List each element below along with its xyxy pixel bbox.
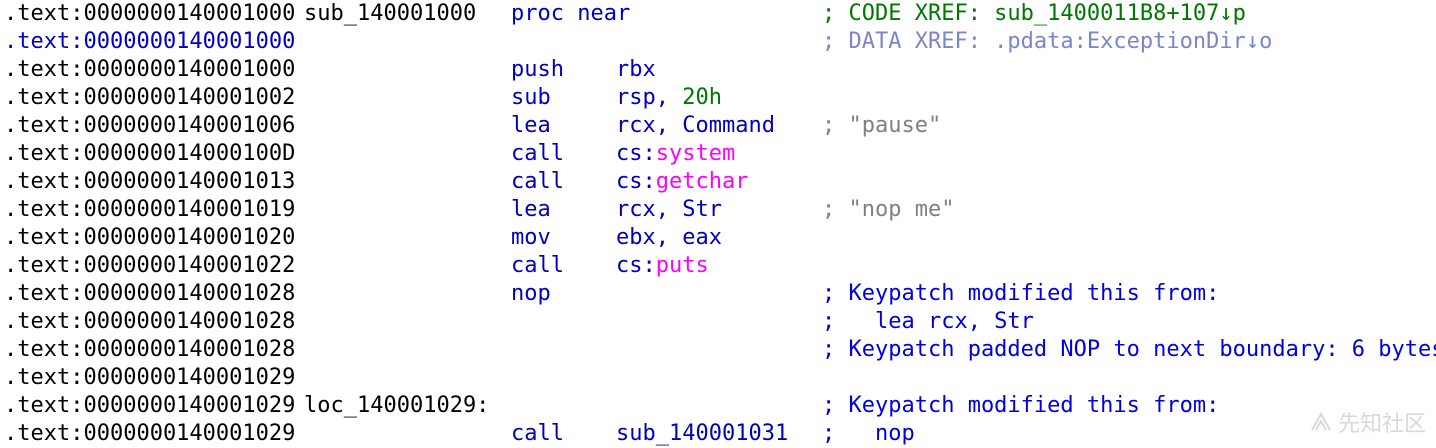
line-address[interactable]: .text:0000000140001028 [4, 308, 295, 336]
listing-line[interactable]: .text:0000000140001028 ; Keypatch padded … [0, 336, 1436, 364]
line-comment: ; "nop me" [822, 196, 954, 224]
line-comment: ; DATA XREF: .pdata:ExceptionDir↓o [822, 28, 1272, 56]
listing-line[interactable]: .text:0000000140001022 call cs:puts [0, 252, 1436, 280]
line-comment: ; nop [822, 420, 915, 448]
listing-line[interactable]: .text:0000000140001000 push rbx [0, 56, 1436, 84]
instruction-operands[interactable]: cs:getchar [616, 168, 748, 196]
instruction-mnemonic[interactable]: call [511, 168, 564, 196]
listing-line[interactable]: .text:0000000140001000 ; DATA XREF: .pdat… [0, 28, 1436, 56]
instruction-operands[interactable]: cs:puts [616, 252, 709, 280]
listing-line[interactable]: .text:0000000140001019 lea rcx, Str ; "nop … [0, 196, 1436, 224]
disassembly-listing: .text:0000000140001000 sub_140001000 proc … [0, 0, 1436, 448]
operand-part[interactable]: 20h [682, 85, 722, 110]
instruction-mnemonic[interactable]: mov [511, 224, 551, 252]
operand-part[interactable]: system [656, 141, 735, 166]
line-address[interactable]: .text:0000000140001022 [4, 252, 295, 280]
listing-line[interactable]: .text:000000014000100D call cs:system [0, 140, 1436, 168]
line-comment: ; "pause" [822, 112, 941, 140]
line-address[interactable]: .text:0000000140001019 [4, 196, 295, 224]
listing-line[interactable]: .text:0000000140001002 sub rsp, 20h [0, 84, 1436, 112]
code-label[interactable]: loc_140001029: [304, 392, 489, 420]
line-address[interactable]: .text:0000000140001000 [4, 56, 295, 84]
instruction-mnemonic[interactable]: call [511, 252, 564, 280]
line-address[interactable]: .text:0000000140001029 [4, 392, 295, 420]
instruction-operands[interactable]: rcx, Str [616, 196, 722, 224]
operand-part[interactable]: cs: [616, 169, 656, 194]
instruction-mnemonic[interactable]: lea [511, 196, 551, 224]
operand-part[interactable]: sub_140001031 [616, 421, 788, 446]
instruction-mnemonic[interactable]: lea [511, 112, 551, 140]
listing-line[interactable]: .text:0000000140001028 ; lea rcx, Str [0, 308, 1436, 336]
instruction-mnemonic[interactable]: proc near [511, 0, 630, 28]
instruction-mnemonic[interactable]: call [511, 140, 564, 168]
line-address[interactable]: .text:0000000140001020 [4, 224, 295, 252]
comment-text: ; DATA XREF: .pdata:ExceptionDir↓o [822, 29, 1273, 54]
line-address[interactable]: .text:0000000140001029 [4, 420, 295, 448]
line-comment: ; CODE XREF: sub_1400011B8+107↓p [822, 0, 1246, 28]
comment-text: ; Keypatch modified this from: [822, 393, 1220, 418]
line-comment: ; Keypatch modified this from: [822, 280, 1219, 308]
comment-text: ; Keypatch padded NOP to next boundary: … [822, 337, 1436, 362]
listing-line[interactable]: .text:0000000140001029 loc_140001029: ; Ke… [0, 392, 1436, 420]
instruction-operands[interactable]: rsp, 20h [616, 84, 722, 112]
listing-line[interactable]: .text:0000000140001028 nop ; Keypatch modi… [0, 280, 1436, 308]
operand-part[interactable]: rcx, Command [616, 113, 775, 138]
line-address[interactable]: .text:0000000140001013 [4, 168, 295, 196]
operand-part[interactable]: getchar [656, 169, 749, 194]
listing-line[interactable]: .text:0000000140001013 call cs:getchar [0, 168, 1436, 196]
operand-part[interactable]: cs: [616, 253, 656, 278]
line-address[interactable]: .text:0000000140001000 [4, 28, 295, 56]
listing-line[interactable]: .text:0000000140001029 call sub_140001031;… [0, 420, 1436, 448]
code-label[interactable]: sub_140001000 [304, 0, 476, 28]
comment-text: ; lea rcx, Str [822, 309, 1034, 334]
comment-text: ; "pause" [822, 113, 942, 138]
line-address[interactable]: .text:0000000140001000 [4, 0, 295, 28]
line-comment: ; Keypatch modified this from: [822, 392, 1219, 420]
line-address[interactable]: .text:0000000140001028 [4, 280, 295, 308]
watermark-logo-icon [1311, 411, 1331, 431]
instruction-operands[interactable]: rbx [616, 56, 656, 84]
line-address[interactable]: .text:0000000140001002 [4, 84, 295, 112]
comment-text: ; CODE XREF: sub_1400011B8+107↓p [822, 1, 1246, 26]
line-address[interactable]: .text:0000000140001006 [4, 112, 295, 140]
line-address[interactable]: .text:0000000140001029 [4, 364, 295, 392]
comment-text: ; Keypatch modified this from: [822, 281, 1220, 306]
watermark-text: 先知社区 [1337, 412, 1426, 437]
listing-line[interactable]: .text:0000000140001029 [0, 364, 1436, 392]
instruction-operands[interactable]: sub_140001031 [616, 420, 788, 448]
instruction-mnemonic[interactable]: push [511, 56, 564, 84]
listing-line[interactable]: .text:0000000140001000 sub_140001000 proc … [0, 0, 1436, 28]
instruction-mnemonic[interactable]: call [511, 420, 564, 448]
instruction-mnemonic[interactable]: sub [511, 84, 551, 112]
instruction-operands[interactable]: ebx, eax [616, 224, 722, 252]
instruction-operands[interactable]: cs:system [616, 140, 735, 168]
listing-line[interactable]: .text:0000000140001020 mov ebx, eax [0, 224, 1436, 252]
instruction-operands[interactable]: rcx, Command [616, 112, 775, 140]
line-comment: ; Keypatch padded NOP to next boundary: … [822, 336, 1436, 364]
operand-part[interactable]: cs: [616, 141, 656, 166]
line-address[interactable]: .text:0000000140001028 [4, 336, 295, 364]
operand-part[interactable]: rsp, [616, 85, 682, 110]
comment-text: ; "nop me" [822, 197, 955, 222]
watermark: 先知社区 [1310, 406, 1426, 438]
operand-part[interactable]: puts [656, 253, 709, 278]
operand-part[interactable]: rbx [616, 57, 656, 82]
comment-text: ; nop [822, 421, 915, 446]
operand-part[interactable]: ebx, eax [616, 225, 722, 250]
line-address[interactable]: .text:000000014000100D [4, 140, 295, 168]
instruction-mnemonic[interactable]: nop [511, 280, 551, 308]
operand-part[interactable]: rcx, Str [616, 197, 722, 222]
listing-line[interactable]: .text:0000000140001006 lea rcx, Command ; "… [0, 112, 1436, 140]
line-comment: ; lea rcx, Str [822, 308, 1034, 336]
